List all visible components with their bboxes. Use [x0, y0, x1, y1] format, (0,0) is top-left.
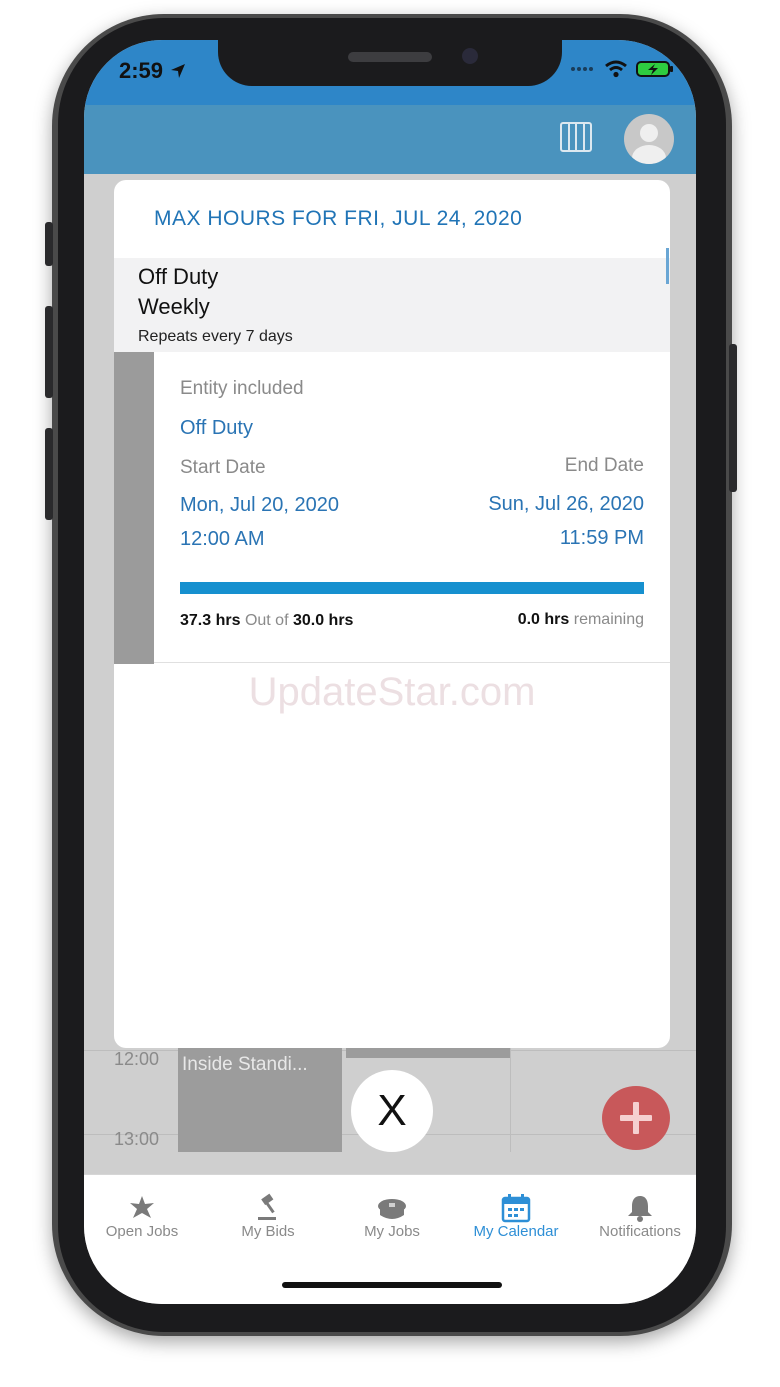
hours-progress-fill	[180, 582, 644, 594]
tab-label: Notifications	[599, 1223, 681, 1240]
tab-label: My Calendar	[473, 1223, 559, 1240]
scroll-indicator	[666, 248, 669, 284]
calendar-icon	[501, 1194, 531, 1223]
mute-switch	[45, 222, 53, 266]
start-time-value: 12:00 AM	[180, 528, 265, 550]
gavel-icon	[258, 1193, 276, 1220]
start-date-label: Start Date	[180, 457, 266, 478]
earpiece-speaker	[348, 52, 432, 62]
tab-my-jobs[interactable]: My Jobs	[330, 1187, 454, 1240]
volume-up-button	[45, 306, 53, 398]
police-cap-icon	[378, 1199, 406, 1219]
end-date-value: Sun, Jul 26, 2020	[488, 493, 644, 515]
modal-title: MAX HOURS FOR FRI, JUL 24, 2020	[154, 207, 523, 230]
calendar-column-divider	[510, 1048, 511, 1152]
person-silhouette-icon	[632, 124, 666, 164]
watermark-text: UpdateStar.com	[248, 670, 536, 714]
tab-my-calendar[interactable]: My Calendar	[454, 1187, 578, 1240]
star-badge-icon	[130, 1196, 154, 1218]
tab-label: My Bids	[241, 1223, 295, 1240]
hour-label: 13:00	[114, 1129, 160, 1149]
close-button-label: X	[377, 1086, 407, 1135]
calendar-event[interactable]: Inside Standi...	[178, 1048, 342, 1152]
signal-dots-icon	[571, 67, 593, 71]
shift-header: Off Duty Weekly Repeats every 7 days	[114, 258, 670, 352]
close-modal-button[interactable]: X	[351, 1070, 433, 1152]
hour-label: 12:00	[114, 1049, 160, 1069]
volume-down-button	[45, 428, 53, 520]
camera-notch	[218, 40, 562, 86]
entity-label: Entity included	[180, 378, 304, 399]
home-indicator[interactable]	[282, 1282, 502, 1288]
hours-progress-bar	[180, 582, 644, 594]
card-divider	[154, 662, 670, 663]
tab-open-jobs[interactable]: Open Jobs	[84, 1187, 204, 1240]
tab-notifications[interactable]: Notifications	[578, 1187, 696, 1240]
end-time-value: 11:59 PM	[559, 527, 644, 549]
user-avatar[interactable]	[624, 114, 674, 164]
battery-charging-icon	[636, 61, 673, 77]
hours-max: 30.0 hrs	[292, 612, 354, 629]
tab-label: Open Jobs	[105, 1223, 179, 1240]
hours-remaining: 0.0 hrs	[517, 611, 570, 628]
app-header	[84, 105, 696, 174]
status-time: 2:59	[119, 58, 187, 84]
shift-frequency: Weekly	[138, 294, 210, 319]
tab-label: My Jobs	[364, 1223, 420, 1240]
add-button[interactable]	[602, 1086, 670, 1150]
hours-remaining-summary: 0.0 hrs remaining	[518, 611, 644, 629]
wifi-icon	[605, 60, 627, 78]
entity-value[interactable]: Off Duty	[180, 417, 253, 440]
shift-name: Off Duty	[138, 264, 219, 289]
tab-my-bids[interactable]: My Bids	[206, 1187, 330, 1240]
screen: 2:59 12:00 13:00 Inside Standi... MAX HO…	[84, 40, 696, 1304]
out-of-label: Out of	[244, 612, 289, 629]
repeat-text: Repeats every 7 days	[138, 328, 293, 345]
bell-icon	[628, 1196, 652, 1222]
front-camera	[462, 48, 478, 64]
max-hours-modal: MAX HOURS FOR FRI, JUL 24, 2020 Off Duty…	[114, 180, 670, 1048]
remaining-label: remaining	[573, 611, 644, 628]
end-date-label: End Date	[564, 455, 644, 476]
card-color-bar	[114, 352, 154, 664]
hours-used: 37.3 hrs	[180, 612, 241, 629]
start-date-value: Mon, Jul 20, 2020	[180, 494, 339, 516]
status-time-text: 2:59	[119, 58, 164, 83]
location-arrow-icon	[171, 64, 186, 78]
hours-used-summary: 37.3 hrs Out of 30.0 hrs	[180, 612, 353, 630]
power-button	[729, 344, 737, 492]
status-icons	[570, 60, 674, 78]
calendar-event[interactable]	[346, 1048, 510, 1058]
columns-view-icon[interactable]	[560, 122, 592, 152]
